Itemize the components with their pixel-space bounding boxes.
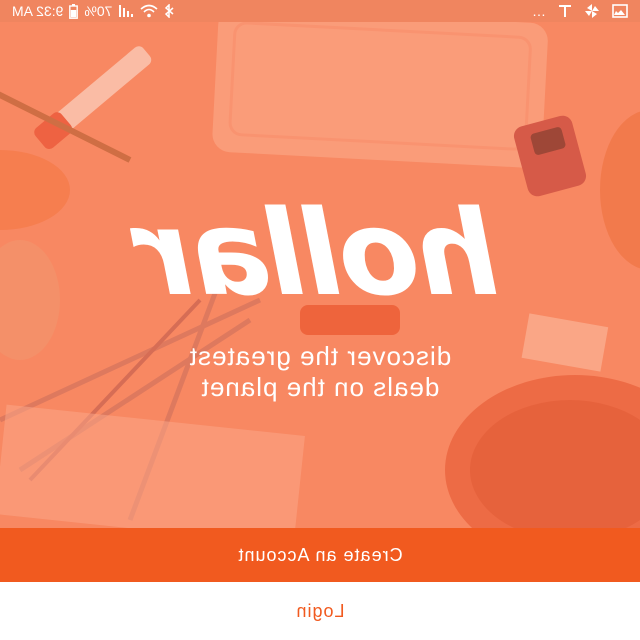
status-bar-right: 70% 9:32 AM <box>0 3 186 19</box>
bluetooth-icon <box>164 4 174 18</box>
tagline: discover the greatest deals on the plane… <box>0 341 640 403</box>
hero-background: hollar discover the greatest deals on th… <box>0 0 640 528</box>
signal-icon <box>118 4 134 18</box>
more-dots-icon: … <box>532 3 546 19</box>
tagline-line-1: discover the greatest <box>188 341 452 371</box>
status-bar-left: … <box>520 3 640 19</box>
login-button[interactable]: Login <box>0 582 640 640</box>
t-mobile-icon <box>558 4 572 18</box>
battery-percent: 70% <box>84 3 113 19</box>
gallery-icon <box>612 4 628 18</box>
tagline-line-2: deals on the planet <box>200 372 440 402</box>
app-screen: hollar discover the greatest deals on th… <box>0 0 640 640</box>
pinwheel-icon <box>584 3 600 19</box>
create-account-button[interactable]: Create an Account <box>0 528 640 582</box>
status-bar: … 70% 9:32 AM <box>0 0 640 22</box>
status-time: 9:32 AM <box>12 3 64 19</box>
hollar-logo: hollar <box>140 184 500 322</box>
wifi-icon <box>140 4 158 18</box>
battery-icon <box>69 3 79 19</box>
